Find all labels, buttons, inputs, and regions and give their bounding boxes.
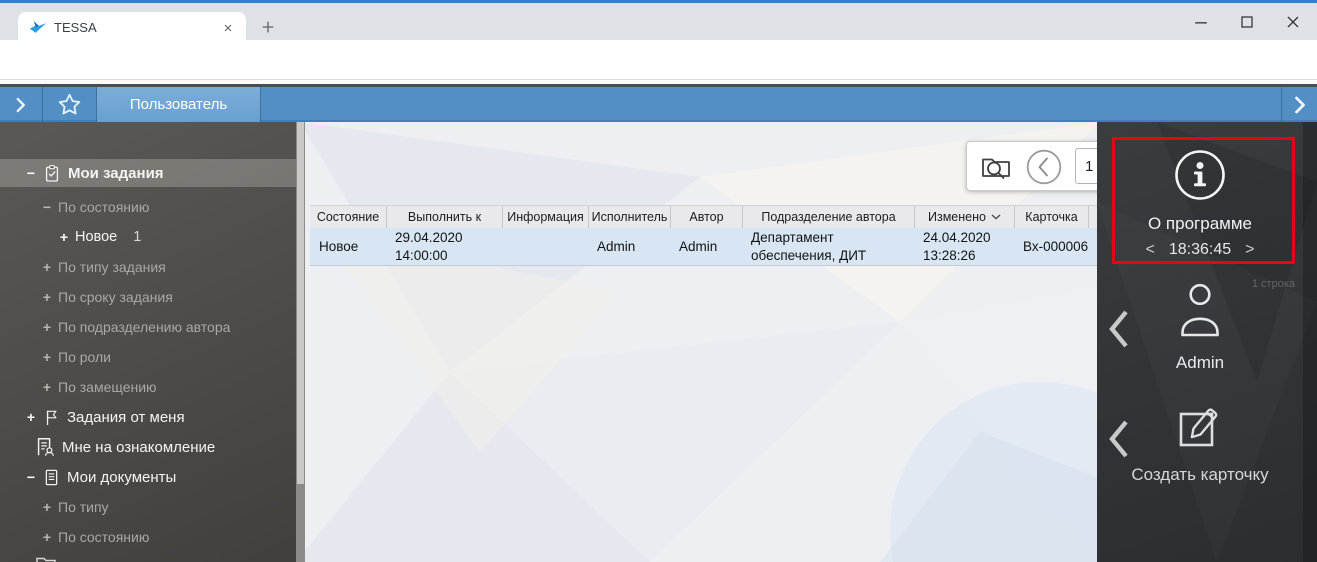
collapse-icon[interactable]: −	[24, 469, 38, 485]
column-header[interactable]: Исполнитель	[588, 206, 670, 228]
create-card-label[interactable]: Создать карточку	[1097, 465, 1303, 485]
user-name-label[interactable]: Admin	[1097, 353, 1303, 373]
browser-nav-toolbar: ylka-pc/tessa3/view/ef0523b2-7fad-45d4-a…	[0, 40, 1317, 80]
tasks-table: Состояние Выполнить к Информация Исполни…	[310, 205, 1148, 266]
browser-tab[interactable]: TESSA	[18, 12, 246, 43]
sidebar-item-label: По сроку задания	[58, 289, 173, 305]
browser-window: TESSA ylka-p	[0, 0, 1317, 562]
sidebar-item-label: Мои задания	[68, 165, 164, 182]
sidebar-item-my-documents[interactable]: − Мои документы	[24, 463, 176, 491]
column-header-label: Изменено	[928, 210, 986, 224]
sidebar-item-label: Мне на ознакомление	[62, 439, 215, 456]
workplace-tab-user[interactable]: Пользователь	[97, 87, 260, 122]
sidebar-item-by-substitution[interactable]: + По замещению	[40, 373, 157, 401]
cell-author: Admin	[679, 238, 742, 256]
user-person-icon	[1173, 280, 1227, 338]
folder-icon-partial	[36, 556, 56, 562]
sidebar-item-by-task-due[interactable]: + По сроку задания	[40, 283, 173, 311]
sidebar-item-by-state[interactable]: − По состоянию	[40, 193, 149, 221]
select-view-folder-search-icon[interactable]	[979, 150, 1013, 184]
sort-descending-icon	[991, 214, 1001, 220]
sidebar-item-label: По замещению	[58, 379, 157, 395]
expand-icon[interactable]: +	[57, 229, 71, 245]
cell-modified-date: 24.04.2020	[923, 229, 1014, 247]
document-user-icon	[34, 436, 56, 458]
sidebar-item-label: По типу	[58, 499, 109, 515]
cell-modified-time: 13:28:26	[923, 247, 1014, 265]
sidebar-item-label: Мои документы	[67, 469, 176, 486]
column-header[interactable]: Состояние	[310, 206, 386, 228]
window-close-button[interactable]	[1270, 5, 1316, 39]
cell-department-line2: обеспечения, ДИТ	[751, 247, 914, 265]
cell-due-time: 14:00:00	[395, 247, 502, 265]
cell-due-date: 29.04.2020	[395, 229, 502, 247]
collapse-icon[interactable]: −	[40, 199, 54, 215]
create-card-tile[interactable]	[1097, 400, 1303, 459]
expand-icon[interactable]: +	[24, 409, 38, 425]
header-separator	[260, 87, 261, 122]
sidebar-item-tasks-from-me[interactable]: + Задания от меня	[24, 403, 185, 431]
browser-tab-bar: TESSA	[0, 3, 1317, 40]
sidebar-item-label: По подразделению автора	[58, 319, 230, 335]
tessa-favicon-bird-icon	[29, 19, 47, 37]
flag-icon	[42, 407, 61, 428]
window-minimize-button[interactable]	[1178, 5, 1224, 39]
sidebar-scrollbar[interactable]	[296, 122, 305, 562]
expand-icon[interactable]: +	[40, 349, 54, 365]
sidebar-item-label: По состоянию	[58, 529, 149, 545]
navigation-sidebar: − Мои задания − По состоянию + Новое 1 +…	[0, 122, 296, 562]
expand-icon[interactable]: +	[40, 499, 54, 515]
expand-icon[interactable]: +	[40, 319, 54, 335]
expand-icon[interactable]: +	[40, 529, 54, 545]
expand-icon[interactable]: +	[40, 289, 54, 305]
workplace-expand-button[interactable]	[0, 87, 42, 122]
expand-icon[interactable]: +	[40, 259, 54, 275]
table-row[interactable]: Новое 29.04.2020 14:00:00 Admin Admin Де…	[310, 228, 1148, 266]
new-tab-button[interactable]	[258, 17, 278, 37]
previous-page-icon[interactable]	[1025, 148, 1063, 186]
panel-expand-right-button[interactable]	[1282, 87, 1317, 122]
clipboard-check-icon	[42, 163, 62, 184]
sidebar-item-label: Задания от меня	[67, 409, 185, 426]
sidebar-item-my-tasks[interactable]: − Мои задания	[24, 159, 164, 187]
cell-state: Новое	[319, 238, 386, 256]
cell-performer: Admin	[597, 238, 670, 256]
tab-title: TESSA	[54, 20, 219, 35]
tab-close-icon[interactable]	[219, 19, 237, 37]
favorites-star-button[interactable]	[43, 87, 96, 122]
app-header: Пользователь	[0, 87, 1317, 122]
sidebar-item-label: По роли	[58, 349, 111, 365]
sidebar-item-by-type[interactable]: + По типу	[40, 493, 109, 521]
collapse-icon[interactable]: −	[24, 165, 38, 181]
table-header-row: Состояние Выполнить к Информация Исполни…	[310, 205, 1148, 228]
sidebar-item-by-state-docs[interactable]: + По состоянию	[40, 523, 149, 551]
cell-department-line1: Департамент	[751, 229, 914, 247]
sidebar-item-new[interactable]: + Новое 1	[57, 223, 141, 251]
column-header[interactable]: Подразделение автора	[742, 206, 914, 228]
sidebar-item-by-role[interactable]: + По роли	[40, 343, 111, 371]
column-header[interactable]: Информация	[502, 206, 588, 228]
document-icon	[42, 467, 61, 488]
sidebar-item-by-author-department[interactable]: + По подразделению автора	[40, 313, 230, 341]
column-header-sorted[interactable]: Изменено	[914, 206, 1014, 228]
sidebar-item-label: По типу задания	[58, 259, 166, 275]
column-header[interactable]: Выполнить к	[386, 206, 502, 228]
item-count-badge: 1	[133, 229, 141, 245]
column-header[interactable]: Автор	[670, 206, 742, 228]
sidebar-item-label: Новое	[75, 229, 117, 245]
sidebar-item-label: По состоянию	[58, 199, 149, 215]
panel-right-strip	[1303, 122, 1317, 562]
cell-card: Вх-000006	[1023, 238, 1088, 256]
window-maximize-button[interactable]	[1224, 5, 1270, 39]
sidebar-item-for-my-review[interactable]: Мне на ознакомление	[34, 433, 215, 461]
expand-icon[interactable]: +	[40, 379, 54, 395]
sidebar-scrollbar-thumb[interactable]	[297, 122, 304, 484]
annotation-highlight-rectangle	[1112, 137, 1295, 264]
column-header[interactable]: Карточка	[1014, 206, 1088, 228]
user-tile[interactable]	[1097, 280, 1303, 343]
sidebar-item-by-task-type[interactable]: + По типу задания	[40, 253, 166, 281]
edit-pencil-square-icon	[1173, 400, 1227, 454]
